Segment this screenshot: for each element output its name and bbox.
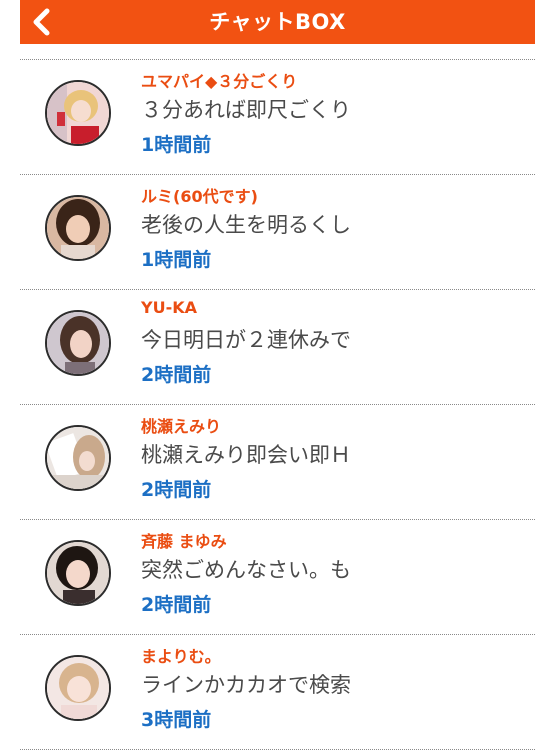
chat-list-item[interactable]: ユマパイ◆３分ごくり ３分あれば即尺ごくり 1時間前 (20, 60, 535, 175)
chat-timestamp: 2時間前 (141, 479, 212, 501)
chat-sender-name: ルミ(60代です) (141, 187, 258, 206)
avatar (45, 310, 111, 376)
page-title: チャットBOX (209, 10, 346, 34)
chat-sender-name: YU-KA (141, 298, 197, 317)
app-header: チャットBOX (20, 0, 535, 44)
chat-timestamp: 2時間前 (141, 364, 212, 386)
avatar (45, 655, 111, 721)
avatar (45, 425, 111, 491)
chat-message-preview: 今日明日が２連休みで (141, 328, 351, 352)
chat-message-preview: ３分あれば即尺ごくり (141, 98, 351, 122)
chat-list: ユマパイ◆３分ごくり ３分あれば即尺ごくり 1時間前 ルミ(60代です) 老後の… (20, 59, 535, 750)
chat-sender-name: ユマパイ◆３分ごくり (141, 72, 298, 91)
chat-timestamp: 3時間前 (141, 709, 212, 731)
avatar (45, 80, 111, 146)
chat-timestamp: 1時間前 (141, 134, 212, 156)
chat-message-preview: 突然ごめんなさい。も (141, 558, 351, 582)
chat-list-item[interactable]: 斉藤 まゆみ 突然ごめんなさい。も 2時間前 (20, 520, 535, 635)
chat-list-item[interactable]: まよりむ。 ラインかカカオで検索 3時間前 (20, 635, 535, 750)
chat-list-item[interactable]: YU-KA 今日明日が２連休みで 2時間前 (20, 290, 535, 405)
chat-timestamp: 2時間前 (141, 594, 212, 616)
chat-timestamp: 1時間前 (141, 249, 212, 271)
chat-sender-name: 桃瀬えみり (141, 417, 222, 436)
chat-sender-name: まよりむ。 (141, 647, 221, 666)
chat-list-item[interactable]: 桃瀬えみり 桃瀬えみり即会い即Ｈ 2時間前 (20, 405, 535, 520)
avatar (45, 540, 111, 606)
chat-message-preview: 桃瀬えみり即会い即Ｈ (141, 443, 351, 467)
avatar (45, 195, 111, 261)
chat-list-item[interactable]: ルミ(60代です) 老後の人生を明るくし 1時間前 (20, 175, 535, 290)
chat-message-preview: 老後の人生を明るくし (141, 213, 351, 237)
chat-message-preview: ラインかカカオで検索 (141, 673, 351, 697)
chat-sender-name: 斉藤 まゆみ (141, 532, 227, 551)
